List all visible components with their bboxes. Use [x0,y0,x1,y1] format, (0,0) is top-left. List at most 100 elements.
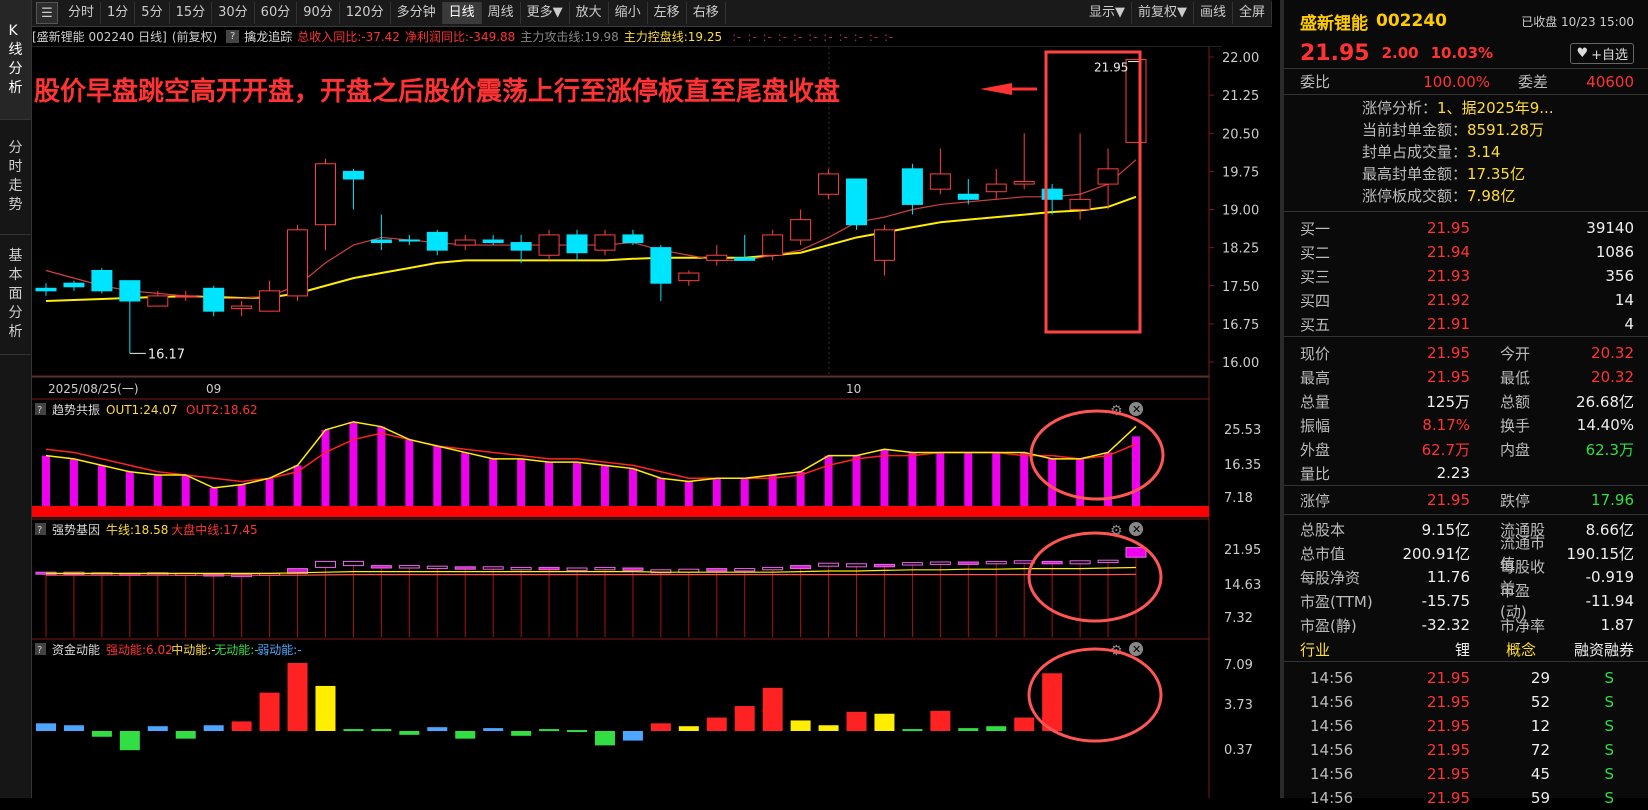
candle-body[interactable] [678,272,700,282]
candle-body[interactable] [175,295,197,298]
period-11[interactable]: 更多▼ [521,2,570,24]
period-13[interactable]: 缩小 [609,2,648,24]
candle-body[interactable] [706,254,728,261]
market-status: 已收盘 10/23 15:00 [1521,14,1634,29]
candle-body[interactable] [985,183,1007,193]
period-8[interactable]: 多分钟 [391,2,443,24]
toolbar-right-3[interactable]: 全屏 [1233,2,1272,24]
candle-body[interactable] [203,287,225,312]
candle-body[interactable] [873,229,895,261]
candle-body[interactable] [1013,181,1035,185]
tab-concept[interactable]: 概念 [1470,639,1554,660]
candle-body[interactable] [1125,59,1147,143]
period-4[interactable]: 30分 [212,2,255,24]
candle-body[interactable] [1069,198,1091,210]
side-tab-0[interactable]: K线分析 [0,0,31,120]
limit_rows-row: 涨停 21.95 跌停 17.96 [1284,488,1648,512]
candle-body[interactable] [929,173,951,190]
limit-info-row: 最高封单金额：17.35亿 [1362,163,1648,185]
candle-body[interactable] [734,257,756,261]
panel-tick: 25.53 [1224,423,1261,438]
tab-margin[interactable]: 融资融券 [1554,639,1634,660]
period-12[interactable]: 放大 [570,2,609,24]
period-6[interactable]: 90分 [297,2,340,24]
candle-body[interactable] [119,280,141,302]
resonance-bar [992,452,1001,506]
limit_rows-label: 涨停 [1300,491,1331,510]
candle-body[interactable] [35,287,57,292]
candle-body[interactable] [426,231,448,251]
resonance-bar [237,484,246,506]
toolbar-right-2[interactable]: 画线 [1194,2,1233,24]
panel-help-glyph: ? [37,645,42,656]
candle-body[interactable] [818,173,840,195]
period-5[interactable]: 60分 [255,2,298,24]
period-9[interactable]: 日线 [442,2,482,24]
fund-bar [762,687,783,731]
price-tick: 20.50 [1222,127,1259,142]
panel-help-glyph: ? [37,525,42,536]
buy-order-volume: 356 [1605,267,1634,285]
side-tab-label: K线分析 [8,22,23,96]
quote_rows-row: 振幅 8.17% 换手 14.40% [1284,413,1648,437]
candle-body[interactable] [63,282,85,288]
candle-body[interactable] [957,193,979,200]
candle-body[interactable] [762,234,784,256]
buy-order-row[interactable]: 买二 21.94 1086 [1284,240,1648,264]
tick-time: 14:56 [1310,741,1354,759]
candle-body[interactable] [538,234,560,256]
back-icon[interactable]: ☰ [36,2,58,24]
period-1[interactable]: 1分 [101,2,136,24]
candle-body[interactable] [370,239,392,244]
tick-row: 14:56 21.95 52 S [1284,690,1648,714]
tab-industry[interactable]: 行业 [1300,639,1380,660]
candle-body[interactable] [259,290,281,312]
kline-chart[interactable]: 22.00 21.25 20.50 19.75 19.00 18.25 17.50 16.75… [32,27,1272,798]
buy-order-row[interactable]: 买一 21.95 39140 [1284,216,1648,240]
candle-body[interactable] [790,219,812,241]
candle-body[interactable] [594,234,616,251]
candle-body[interactable] [1097,168,1119,185]
candle-body[interactable] [510,242,532,251]
tick-volume: 52 [1530,693,1550,711]
candle-body[interactable] [231,305,253,310]
buy-order-volume: 1086 [1595,243,1634,261]
period-0[interactable]: 分时 [62,2,102,24]
buy-order-row[interactable]: 买四 21.92 14 [1284,288,1648,312]
side-tab-2[interactable]: 基本面分析 [0,235,31,355]
candle-body[interactable] [147,295,169,307]
period-10[interactable]: 周线 [482,2,521,24]
candle-body[interactable] [314,163,336,226]
candle-body[interactable] [566,234,588,254]
fund-bar [287,663,308,731]
candle-body[interactable] [622,234,644,244]
add-watchlist-button[interactable]: ♥ +自选 [1570,42,1634,64]
side-tab-1[interactable]: 分时走势 [0,120,31,235]
candle-body[interactable] [901,168,923,205]
period-14[interactable]: 左移 [648,2,687,24]
buy-order-row[interactable]: 买三 21.93 356 [1284,264,1648,288]
date-label: 2025/08/25(一) [48,382,139,396]
high-mark: 21.95 [1094,61,1128,75]
candle-body[interactable] [650,247,672,284]
candle-body[interactable] [454,239,476,246]
candle-body[interactable] [398,239,420,242]
price-change-pct: 10.03% [1430,44,1494,62]
fund-bar [958,728,979,731]
candle-body[interactable] [91,270,113,292]
candle-body[interactable] [342,170,364,180]
period-7[interactable]: 120分 [340,2,391,24]
buy-order-volume: 14 [1614,291,1634,309]
candle-body[interactable] [846,178,868,226]
period-2[interactable]: 5分 [135,2,170,24]
panel-value: 无动能:- [214,643,258,657]
candle-body[interactable] [287,229,309,297]
period-15[interactable]: 右移 [687,2,726,24]
period-3[interactable]: 15分 [170,2,213,24]
toolbar-right-1[interactable]: 前复权▼ [1132,2,1194,24]
tab-industry-value[interactable]: 锂 [1380,639,1470,660]
buy-order-row[interactable]: 买五 21.91 4 [1284,312,1648,336]
toolbar-right-0[interactable]: 显示▼ [1083,2,1132,24]
candle-body[interactable] [482,239,504,244]
fund-bar [315,685,336,731]
